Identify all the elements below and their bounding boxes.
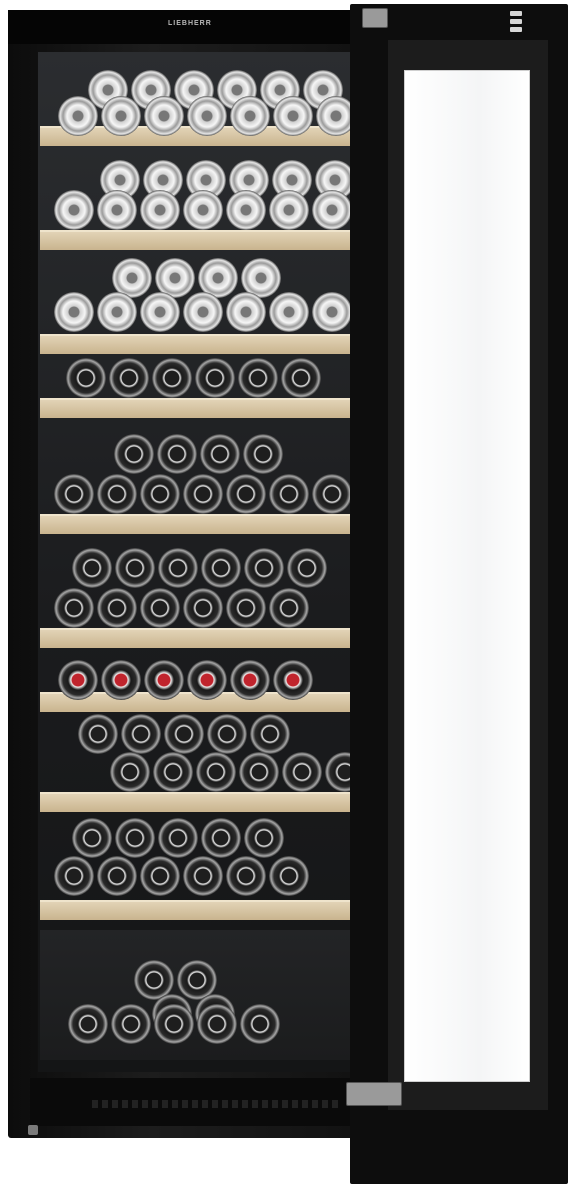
wine-bottle (312, 292, 352, 332)
wine-bottle (157, 434, 197, 474)
wine-bottle (101, 660, 141, 700)
wine-bottle (230, 96, 270, 136)
wine-bottle (144, 660, 184, 700)
shelf-5[interactable] (40, 514, 352, 534)
cabinet-foot-left (28, 1125, 38, 1135)
wine-bottle (97, 588, 137, 628)
wine-bottle (140, 474, 180, 514)
wine-bottle (238, 358, 278, 398)
wine-bottle (243, 434, 283, 474)
wine-bottle (54, 588, 94, 628)
wine-bottle (226, 856, 266, 896)
wine-bottle (78, 714, 118, 754)
wine-bottle (207, 714, 247, 754)
wine-bottle (140, 292, 180, 332)
wine-bottle (101, 96, 141, 136)
wine-bottle (312, 474, 352, 514)
shelf-8[interactable] (40, 792, 352, 812)
wine-bottle (269, 190, 309, 230)
wine-bottle (187, 660, 227, 700)
wine-bottle (140, 588, 180, 628)
shelf-9[interactable] (40, 900, 352, 920)
wine-bottle (109, 358, 149, 398)
shelf-3[interactable] (40, 334, 352, 354)
wine-bottle (183, 856, 223, 896)
ventilation-grille (92, 1100, 342, 1108)
wine-bottle (201, 818, 241, 858)
shelf-2[interactable] (40, 230, 352, 250)
wine-bottle (115, 548, 155, 588)
wine-bottle (140, 190, 180, 230)
wine-bottle (158, 548, 198, 588)
wine-bottle (140, 856, 180, 896)
wine-bottle (183, 292, 223, 332)
wine-bottle (196, 752, 236, 792)
wine-bottle (195, 358, 235, 398)
wine-bottle (250, 714, 290, 754)
wine-bottle (269, 292, 309, 332)
wine-bottle (111, 1004, 151, 1044)
wine-bottle (239, 752, 279, 792)
wine-bottle (269, 474, 309, 514)
wine-bottle (183, 588, 223, 628)
wine-bottle (72, 818, 112, 858)
wine-bottle (201, 548, 241, 588)
wine-bottle (244, 548, 284, 588)
wine-bottle (273, 96, 313, 136)
wine-bottle (226, 190, 266, 230)
wine-bottle (97, 190, 137, 230)
wine-bottle (114, 434, 154, 474)
wine-bottle (200, 434, 240, 474)
wine-bottle (269, 588, 309, 628)
wine-bottle (197, 1004, 237, 1044)
wine-bottle (226, 474, 266, 514)
control-panel-icon[interactable] (510, 8, 530, 44)
wine-bottle (183, 474, 223, 514)
wine-bottle (58, 96, 98, 136)
wine-bottle (97, 856, 137, 896)
wine-bottle (240, 1004, 280, 1044)
wine-bottle (54, 292, 94, 332)
wine-bottle (226, 292, 266, 332)
wine-bottle (110, 752, 150, 792)
door-glass-pane (404, 70, 530, 1082)
wine-bottle (154, 1004, 194, 1044)
wine-bottle (152, 358, 192, 398)
wine-bottle (72, 548, 112, 588)
wine-bottle (287, 548, 327, 588)
wine-bottle (158, 818, 198, 858)
wine-bottle (54, 474, 94, 514)
wine-bottle (97, 474, 137, 514)
wine-bottle (54, 190, 94, 230)
wine-bottle (269, 856, 309, 896)
wine-bottle (68, 1004, 108, 1044)
hinge-icon (346, 1082, 402, 1106)
wine-bottle (282, 752, 322, 792)
shelf-6[interactable] (40, 628, 352, 648)
cabinet-top-bar (8, 10, 370, 44)
wine-bottle (153, 752, 193, 792)
wine-bottle (115, 818, 155, 858)
wine-bottle (226, 588, 266, 628)
wine-bottle (97, 292, 137, 332)
wine-bottle (144, 96, 184, 136)
brand-logo: LIEBHERR (168, 20, 212, 27)
wine-bottle (187, 96, 227, 136)
wine-bottle (183, 190, 223, 230)
wine-bottle (121, 714, 161, 754)
wine-bottle (230, 660, 270, 700)
wine-bottle (66, 358, 106, 398)
hinge-icon (362, 8, 388, 28)
wine-bottle (54, 856, 94, 896)
wine-bottle (58, 660, 98, 700)
wine-bottle (164, 714, 204, 754)
wine-bottle (273, 660, 313, 700)
wine-bottle (312, 190, 352, 230)
wine-bottle (244, 818, 284, 858)
shelf-4[interactable] (40, 398, 352, 418)
wine-bottle (281, 358, 321, 398)
